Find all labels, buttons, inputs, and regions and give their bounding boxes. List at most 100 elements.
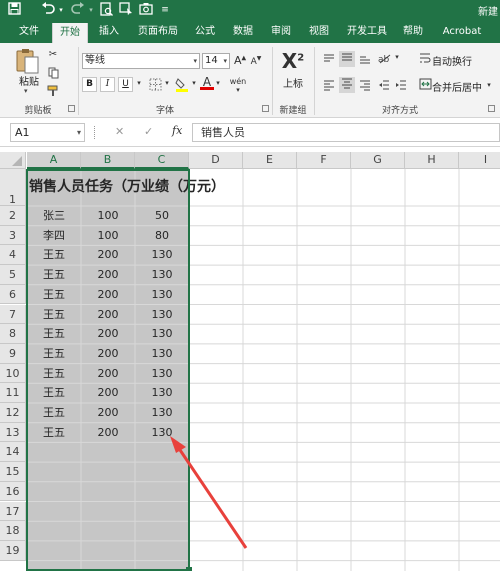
row-header-12[interactable]: 12 [0, 403, 26, 423]
decrease-indent-icon[interactable] [377, 79, 391, 94]
cut-icon[interactable]: ✂ [46, 49, 60, 60]
align-middle-icon[interactable] [339, 51, 355, 67]
tab-home[interactable]: 开始 [52, 23, 88, 43]
tab-formulas[interactable]: 公式 [188, 21, 222, 43]
align-right-icon[interactable] [358, 79, 372, 94]
insert-function-icon[interactable]: fx [172, 124, 182, 137]
grip-handle[interactable] [94, 126, 98, 139]
column-header-i[interactable]: I [459, 152, 500, 169]
column-header-b[interactable]: B [81, 152, 135, 169]
name-box[interactable]: A1 ▾ [10, 123, 85, 142]
increase-indent-icon[interactable] [394, 79, 408, 94]
row-header-9[interactable]: 9 [0, 343, 26, 364]
row-header-14[interactable]: 14 [0, 442, 26, 463]
formula-input[interactable]: 销售人员 [192, 123, 500, 142]
column-header-c[interactable]: C [135, 152, 189, 169]
tab-review[interactable]: 审阅 [264, 21, 298, 43]
cancel-icon[interactable]: ✕ [115, 125, 124, 138]
screenshot-icon[interactable] [118, 2, 134, 19]
align-top-icon[interactable] [322, 53, 336, 68]
fill-color-dropdown-icon[interactable]: ▾ [190, 79, 198, 87]
font-color-dropdown-icon[interactable]: ▾ [214, 79, 222, 87]
tab-insert[interactable]: 插入 [92, 21, 126, 43]
align-center-icon[interactable] [339, 77, 355, 93]
increase-font-icon[interactable]: A▲ [234, 54, 246, 67]
redo-dropdown-icon[interactable]: ▾ [87, 2, 95, 19]
row-header-15[interactable]: 15 [0, 462, 26, 482]
row-header-3[interactable]: 3 [0, 225, 26, 246]
tab-acrobat[interactable]: Acrobat [436, 21, 488, 43]
underline-dropdown-icon[interactable]: ▾ [135, 79, 143, 87]
phonetic-icon[interactable]: wén ▾ [226, 77, 250, 94]
tab-file[interactable]: 文件 [12, 21, 46, 43]
tab-developer[interactable]: 开发工具 [340, 21, 394, 43]
merge-center-icon[interactable] [418, 78, 432, 93]
clipboard-launcher-icon[interactable] [68, 105, 75, 112]
print-preview-icon[interactable] [98, 2, 114, 19]
decrease-font-icon[interactable]: A▼ [250, 55, 262, 67]
alignment-launcher-icon[interactable] [488, 105, 495, 112]
tab-help[interactable]: 帮助 [398, 21, 428, 43]
paste-icon[interactable] [14, 47, 40, 74]
fill-color-icon[interactable] [174, 77, 190, 95]
row-header-5[interactable]: 5 [0, 265, 26, 285]
tab-view[interactable]: 视图 [302, 21, 336, 43]
fill-handle[interactable] [186, 567, 192, 571]
tab-page-layout[interactable]: 页面布局 [130, 21, 186, 43]
underline-button[interactable]: U [118, 77, 133, 92]
orientation-icon[interactable]: ab [378, 52, 392, 67]
title-bar: ▾ ▾ ≡ 新建 [0, 0, 500, 21]
row-header-17[interactable]: 17 [0, 501, 26, 522]
row-header-1[interactable]: 1 [0, 169, 26, 206]
customize-qa-icon[interactable]: ≡ [160, 2, 170, 19]
camera-icon[interactable] [138, 2, 154, 19]
border-icon[interactable] [147, 78, 163, 94]
column-header-e[interactable]: E [243, 152, 297, 169]
paste-dropdown-icon[interactable]: ▾ [24, 87, 28, 95]
chevron-down-icon: ▾ [76, 128, 81, 137]
column-header-g[interactable]: G [351, 152, 405, 169]
row-header-16[interactable]: 16 [0, 481, 26, 502]
row-header-13[interactable]: 13 [0, 422, 26, 443]
row-header-11[interactable]: 11 [0, 383, 26, 403]
format-painter-icon[interactable] [46, 85, 60, 100]
superscript-label[interactable]: 上标 [278, 75, 308, 90]
font-name-combo[interactable]: 等线 ▾ [82, 53, 200, 69]
border-dropdown-icon[interactable]: ▾ [163, 79, 171, 87]
undo-icon[interactable] [40, 2, 56, 19]
row-header-19[interactable]: 19 [0, 540, 26, 561]
copy-icon[interactable] [46, 67, 60, 82]
row-header-6[interactable]: 6 [0, 284, 26, 305]
italic-button[interactable]: I [100, 77, 115, 92]
superscript-icon[interactable]: X2 [280, 49, 306, 73]
font-color-icon[interactable]: A [200, 75, 214, 90]
row-header-7[interactable]: 7 [0, 304, 26, 325]
save-icon[interactable] [6, 2, 22, 19]
align-left-icon[interactable] [322, 79, 336, 94]
row-header-10[interactable]: 10 [0, 363, 26, 384]
redo-icon[interactable] [70, 2, 86, 19]
row-header-8[interactable]: 8 [0, 324, 26, 344]
tab-data[interactable]: 数据 [226, 21, 260, 43]
row-header-4[interactable]: 4 [0, 245, 26, 266]
paste-label[interactable]: 粘贴 [14, 73, 44, 88]
merge-center-label[interactable]: 合并后居中 [432, 79, 482, 94]
enter-icon[interactable]: ✓ [144, 125, 153, 138]
column-header-h[interactable]: H [405, 152, 459, 169]
orientation-dropdown-icon[interactable]: ▾ [393, 53, 401, 61]
row-header-2[interactable]: 2 [0, 206, 26, 226]
row-header-18[interactable]: 18 [0, 521, 26, 541]
align-bottom-icon[interactable] [358, 53, 372, 68]
font-size-combo[interactable]: 14 ▾ [202, 53, 230, 69]
column-header-f[interactable]: F [297, 152, 351, 169]
worksheet-grid[interactable]: ABCDEFGHI 1 2 3 4 5 6 7 8 9 10 11 12 13 14 15 16 17 18 19 … [0, 147, 500, 571]
column-header-d[interactable]: D [189, 152, 243, 169]
merge-dropdown-icon[interactable]: ▾ [485, 81, 493, 89]
font-launcher-icon[interactable] [262, 105, 269, 112]
column-header-a[interactable]: A [27, 152, 81, 169]
undo-dropdown-icon[interactable]: ▾ [57, 2, 65, 19]
font-size-value: 14 [205, 55, 218, 66]
bold-button[interactable]: B [82, 77, 97, 92]
wrap-text-label[interactable]: 自动换行 [432, 53, 472, 68]
wrap-text-icon[interactable] [418, 52, 432, 67]
